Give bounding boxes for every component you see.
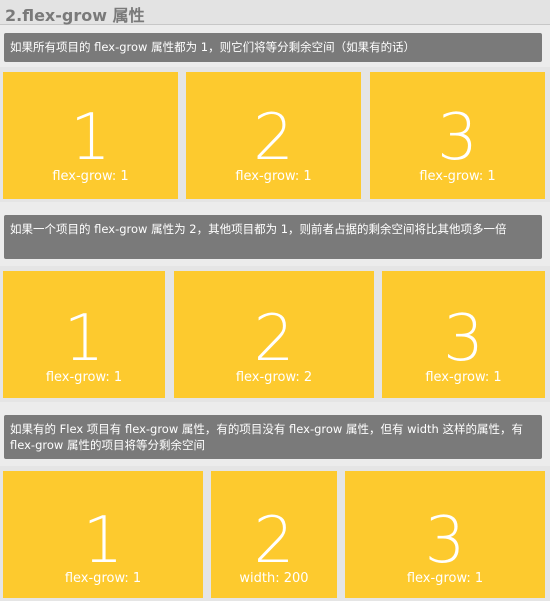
flex-item-3: 3 flex-grow: 1 xyxy=(382,271,545,398)
item-label: flex-grow: 1 xyxy=(406,571,484,586)
flex-item-2: 2 flex-grow: 2 xyxy=(174,271,374,398)
flex-container-3: 1 flex-grow: 1 2 width: 200 3 flex-grow:… xyxy=(0,466,550,601)
flex-item-2: 2 width: 200 xyxy=(211,471,337,598)
item-label: flex-grow: 1 xyxy=(235,169,312,184)
item-number: 3 xyxy=(443,302,484,376)
flex-item-1: 1 flex-grow: 1 xyxy=(3,271,165,398)
item-label: flex-grow: 1 xyxy=(52,169,129,184)
page-title: 2.flex-grow 属性 xyxy=(5,6,145,25)
item-number: 1 xyxy=(63,302,105,376)
item-label: flex-grow: 1 xyxy=(45,370,123,385)
item-number: 3 xyxy=(424,504,466,578)
item-label: flex-grow: 1 xyxy=(419,169,496,184)
note-section-2: 如果一个项目的 flex-grow 属性为 2，其他项目都为 1，则前者占据的剩… xyxy=(4,215,542,259)
flex-item-1: 1 flex-grow: 1 xyxy=(3,72,178,199)
item-label: flex-grow: 1 xyxy=(64,571,142,586)
item-number: 2 xyxy=(253,504,295,578)
note-section-3: 如果有的 Flex 项目有 flex-grow 属性，有的项目没有 flex-g… xyxy=(4,415,542,459)
item-number: 1 xyxy=(70,101,111,175)
flex-item-3: 3 flex-grow: 1 xyxy=(370,72,545,199)
section-header: 2.flex-grow 属性 xyxy=(0,0,550,25)
item-label: flex-grow: 1 xyxy=(425,370,502,385)
item-number: 3 xyxy=(437,101,478,175)
note-section-1: 如果所有项目的 flex-grow 属性都为 1，则它们将等分剩余空间（如果有的… xyxy=(4,33,542,62)
item-label: flex-grow: 2 xyxy=(235,370,313,385)
flex-container-2: 1 flex-grow: 1 2 flex-grow: 2 3 flex-gro… xyxy=(0,266,550,402)
item-number: 1 xyxy=(82,504,124,578)
item-number: 2 xyxy=(253,302,295,376)
item-number: 2 xyxy=(253,101,294,175)
flex-item-2: 2 flex-grow: 1 xyxy=(186,72,361,199)
item-label: width: 200 xyxy=(239,571,309,586)
flex-item-1: 1 flex-grow: 1 xyxy=(3,471,203,598)
flex-container-1: 1 flex-grow: 1 2 flex-grow: 1 3 flex-gro… xyxy=(0,67,550,202)
flex-item-3: 3 flex-grow: 1 xyxy=(345,471,545,598)
